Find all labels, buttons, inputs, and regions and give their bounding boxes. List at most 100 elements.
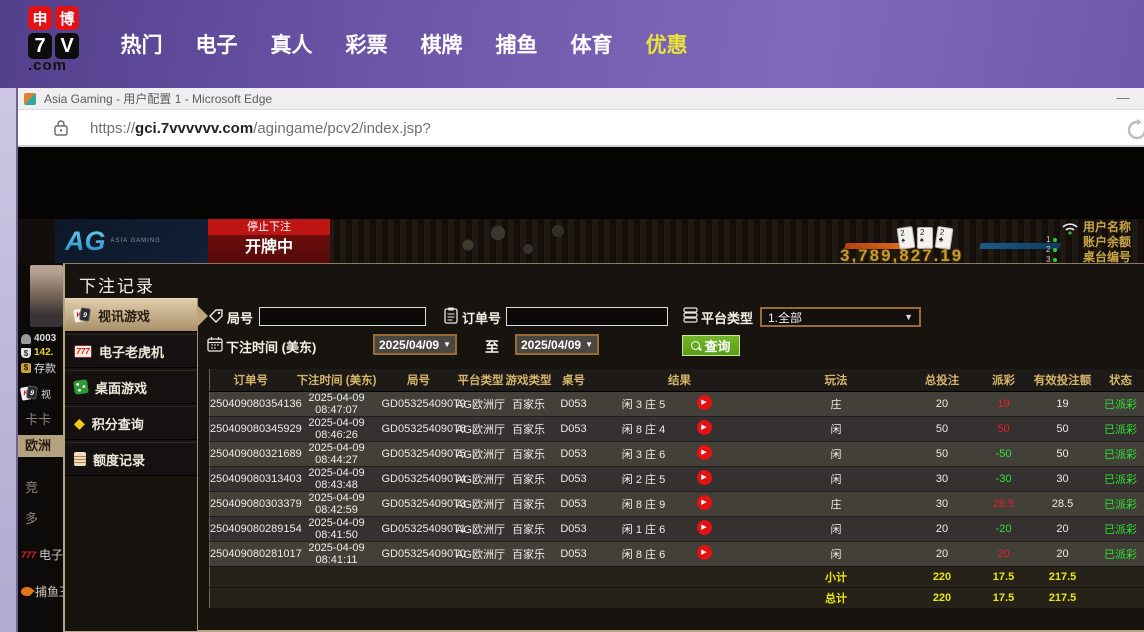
logo-com: .com: [28, 59, 104, 73]
bet-cell: 20: [909, 391, 976, 416]
nav-item-4[interactable]: 棋牌: [404, 29, 479, 59]
table-row: 2504090803134032025-04-09 08:43:48GD0532…: [210, 466, 1144, 491]
menu-item-3[interactable]: ◆积分查询: [65, 406, 197, 440]
round-no-label: 局号: [227, 308, 253, 327]
valid-bet-cell: 28.5: [1032, 491, 1094, 516]
play-type-cell: 庄: [764, 391, 909, 416]
order-no-input[interactable]: [506, 307, 668, 326]
replay-button[interactable]: ▶: [697, 420, 712, 435]
nav-item-3[interactable]: 彩票: [329, 29, 404, 59]
user-id: 4003: [34, 333, 56, 344]
nav-item-5[interactable]: 捕鱼: [479, 29, 554, 59]
dock-tab-kaka[interactable]: 卡卡: [18, 409, 63, 428]
cell: AG欧洲厅: [456, 516, 506, 541]
payout-cell: 20: [976, 541, 1032, 566]
play-type-cell: 闲: [764, 541, 909, 566]
browser-titlebar[interactable]: Asia Gaming - 用户配置 1 - Microsoft Edge —: [18, 88, 1144, 110]
total-cell: 小计: [764, 566, 909, 587]
lock-icon: [54, 120, 68, 136]
fish-dock-label[interactable]: 捕鱼王: [35, 583, 63, 600]
date-to-value: 2025/04/09: [521, 338, 581, 352]
cell: 百家乐: [506, 441, 552, 466]
cell: 2025-04-09 08:47:07: [292, 391, 382, 416]
cell: 百家乐: [506, 491, 552, 516]
video-tab-label[interactable]: 视: [41, 386, 51, 401]
cell: AG欧洲厅: [456, 391, 506, 416]
replay-button[interactable]: ▶: [697, 470, 712, 485]
replay-button[interactable]: ▶: [697, 495, 712, 510]
total-cell: 220: [909, 587, 976, 608]
bet-records-panel: 下注记录 K9视讯游戏777电子老虎机桌面游戏◆积分查询额度记录 局号: [63, 263, 1144, 632]
replay-button[interactable]: ▶: [697, 545, 712, 560]
bet-cell: 50: [909, 441, 976, 466]
payout-cell: -50: [976, 441, 1032, 466]
refresh-icon[interactable]: [1126, 119, 1144, 141]
valid-bet-cell: 20: [1032, 541, 1094, 566]
minimize-button[interactable]: —: [1110, 90, 1136, 105]
dock-tab-europe[interactable]: 欧洲: [18, 435, 63, 457]
menu-item-label: 额度记录: [93, 450, 145, 469]
clipboard-icon: [444, 307, 458, 324]
cell: AG欧洲厅: [456, 541, 506, 566]
bet-time-label: 下注时间 (美东): [226, 337, 316, 356]
table-row: 2504090802810172025-04-09 08:41:11GD0532…: [210, 541, 1144, 566]
cell: 250409080345929: [210, 416, 292, 441]
lobby-left-dock: 4003 $142. $存款 K9视 卡卡 欧洲 竞 多 777电子游戏 捕鱼王: [18, 263, 63, 632]
cell: GD053254090T1: [382, 516, 456, 541]
menu-item-2[interactable]: 桌面游戏: [65, 370, 197, 404]
play-type-cell: 庄: [764, 491, 909, 516]
nav-item-2[interactable]: 真人: [254, 29, 329, 59]
replay-button[interactable]: ▶: [697, 445, 712, 460]
status-badge: 已派彩: [1094, 416, 1144, 441]
round-no-input[interactable]: [259, 307, 426, 326]
menu-item-4[interactable]: 额度记录: [65, 442, 197, 476]
url-text[interactable]: https://gci.7vvvvvv.com/agingame/pcv2/in…: [90, 120, 431, 137]
menu-item-0[interactable]: K9视讯游戏: [65, 298, 197, 332]
result-cell: 闲 8 庄 6▶: [596, 541, 764, 566]
slot-777-icon: 777: [74, 345, 92, 358]
dock-tab-jing[interactable]: 竞: [18, 477, 63, 496]
logo-v: V: [55, 33, 79, 59]
menu-item-1[interactable]: 777电子老虎机: [65, 334, 197, 368]
edge-window: Asia Gaming - 用户配置 1 - Microsoft Edge — …: [18, 88, 1144, 632]
site-logo[interactable]: 申 博 7 V .com: [28, 6, 104, 73]
search-button[interactable]: 查询: [682, 335, 740, 356]
calendar-icon: [207, 336, 223, 352]
bet-records-table: 订单号下注时间 (美东)局号平台类型游戏类型桌号结果玩法总投注派彩有效投注额状态…: [209, 369, 1144, 608]
screen: 申 博 7 V .com 热门电子真人彩票棋牌捕鱼体育优惠 Asia Gamin…: [0, 0, 1144, 632]
url-host: gci.7vvvvvv.com: [135, 120, 253, 137]
nav-item-6[interactable]: 体育: [554, 29, 629, 59]
date-to-select[interactable]: 2025/04/09▼: [515, 334, 599, 355]
platform-type-value: 1.全部: [768, 309, 802, 326]
cell: 2025-04-09 08:42:59: [292, 491, 382, 516]
play-type-cell: 闲: [764, 466, 909, 491]
platform-list-icon: [683, 307, 698, 323]
cell: 250409080313403: [210, 466, 292, 491]
dock-tab-duo[interactable]: 多: [18, 508, 63, 527]
replay-button[interactable]: ▶: [697, 395, 712, 410]
table-row: 2504090803541362025-04-09 08:47:07GD0532…: [210, 391, 1144, 416]
subtotal-row: 小计22017.5217.5: [210, 566, 1144, 587]
cell: 百家乐: [506, 516, 552, 541]
cell: 2025-04-09 08:41:11: [292, 541, 382, 566]
jackpot-amount: 3,789,827.19: [840, 246, 963, 263]
platform-type-select[interactable]: 1.全部 ▼: [760, 307, 921, 327]
column-header: 总投注: [909, 369, 976, 391]
table-row: 2504090803033792025-04-09 08:42:59GD0532…: [210, 491, 1144, 516]
payout-cell: 50: [976, 416, 1032, 441]
total-row: 总计22017.5217.5: [210, 587, 1144, 608]
total-cell: 17.5: [976, 566, 1032, 587]
nav-item-0[interactable]: 热门: [104, 29, 179, 59]
slots-dock-label[interactable]: 电子游戏: [39, 546, 63, 563]
menu-item-label: 积分查询: [92, 414, 144, 433]
nav-item-1[interactable]: 电子: [179, 29, 254, 59]
betting-status-box: 停止下注 开牌中: [208, 219, 330, 263]
wifi-icon: [1060, 221, 1080, 235]
deposit-label[interactable]: 存款: [34, 360, 56, 376]
nav-item-7[interactable]: 优惠: [629, 29, 704, 59]
replay-button[interactable]: ▶: [697, 520, 712, 535]
address-bar[interactable]: https://gci.7vvvvvv.com/agingame/pcv2/in…: [18, 111, 1144, 147]
date-from-select[interactable]: 2025/04/09▼: [373, 334, 457, 355]
cell: 百家乐: [506, 541, 552, 566]
ag-logo: AG: [65, 226, 106, 257]
